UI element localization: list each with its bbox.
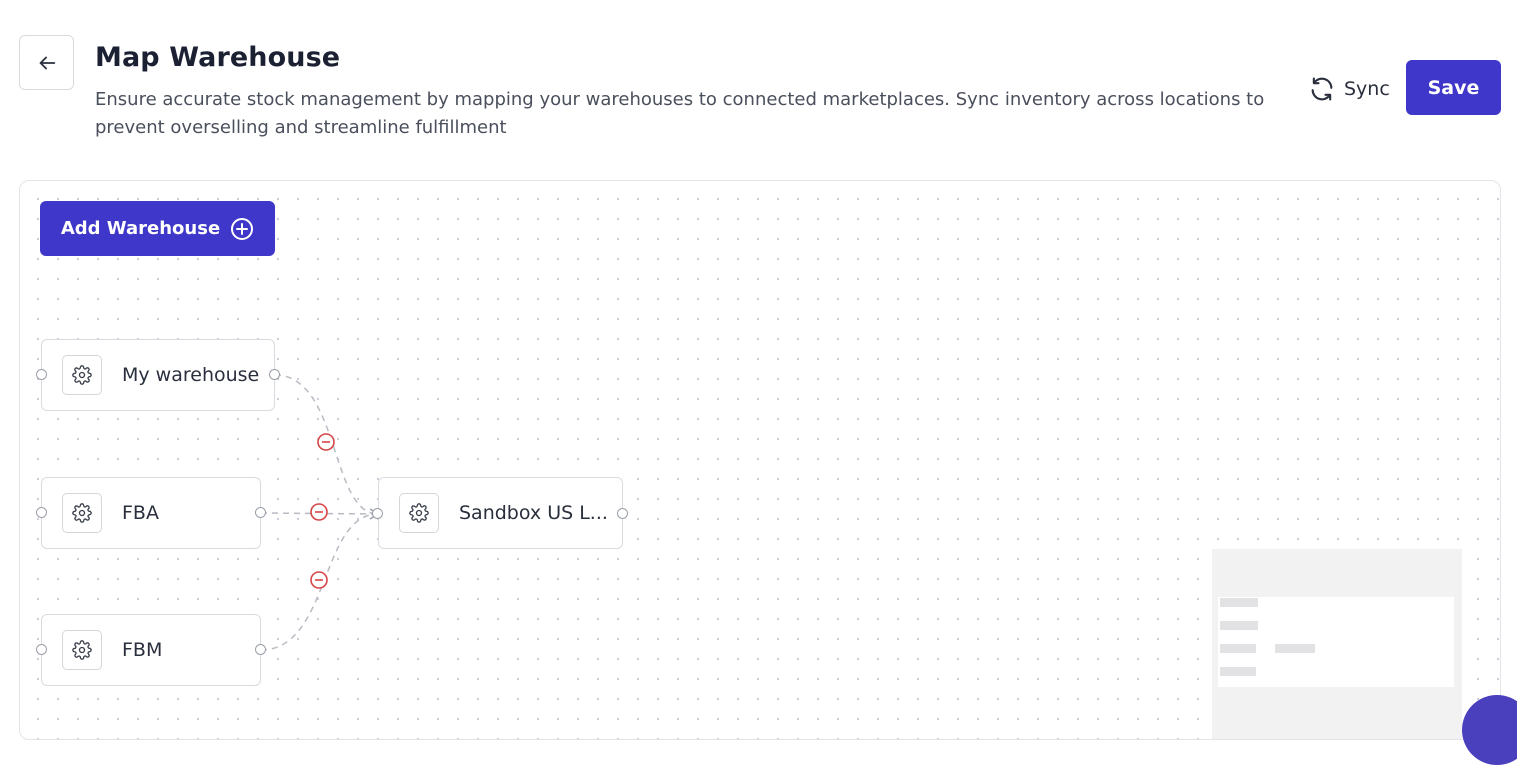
node-output-handle[interactable] [255,644,266,655]
save-button[interactable]: Save [1406,60,1501,115]
minus-circle-icon[interactable] [317,433,335,451]
node-output-handle[interactable] [269,369,280,380]
node-input-handle[interactable] [372,508,383,519]
minimap[interactable] [1212,549,1462,739]
flow-canvas[interactable]: Add Warehouse My warehouse FBA FBM Sandb… [19,180,1501,740]
minimap-node [1220,667,1256,676]
minimap-node [1275,644,1315,653]
minimap-node [1220,598,1258,607]
warehouse-node-fba[interactable]: FBA [41,477,261,549]
node-settings-button[interactable] [62,493,102,533]
node-label: My warehouse [122,364,260,386]
chat-launcher-button[interactable] [1462,695,1517,765]
node-label: FBA [122,502,159,524]
node-input-handle[interactable] [36,369,47,380]
minimap-node [1220,644,1256,653]
marketplace-node[interactable]: Sandbox US L... [378,477,623,549]
node-label: FBM [122,639,163,661]
page-subtitle: Ensure accurate stock management by mapp… [95,89,1265,138]
warehouse-node-my-warehouse[interactable]: My warehouse [41,339,275,411]
back-button[interactable] [19,35,74,90]
node-output-handle[interactable] [255,507,266,518]
refresh-icon [1311,77,1333,101]
sync-button[interactable]: Sync [1308,70,1398,108]
arrow-left-icon [39,56,55,69]
node-input-handle[interactable] [36,644,47,655]
node-settings-button[interactable] [62,355,102,395]
node-settings-button[interactable] [62,630,102,670]
gear-icon [72,503,92,523]
node-output-handle[interactable] [617,508,628,519]
sync-label: Sync [1344,78,1390,100]
minimap-node [1220,621,1258,630]
gear-icon [72,365,92,385]
minus-circle-icon[interactable] [310,571,328,589]
gear-icon [72,640,92,660]
page-title: Map Warehouse [95,42,341,73]
node-settings-button[interactable] [399,493,439,533]
minus-circle-icon[interactable] [310,503,328,521]
node-label: Sandbox US L... [459,502,608,524]
node-input-handle[interactable] [36,507,47,518]
gear-icon [409,503,429,523]
warehouse-node-fbm[interactable]: FBM [41,614,261,686]
